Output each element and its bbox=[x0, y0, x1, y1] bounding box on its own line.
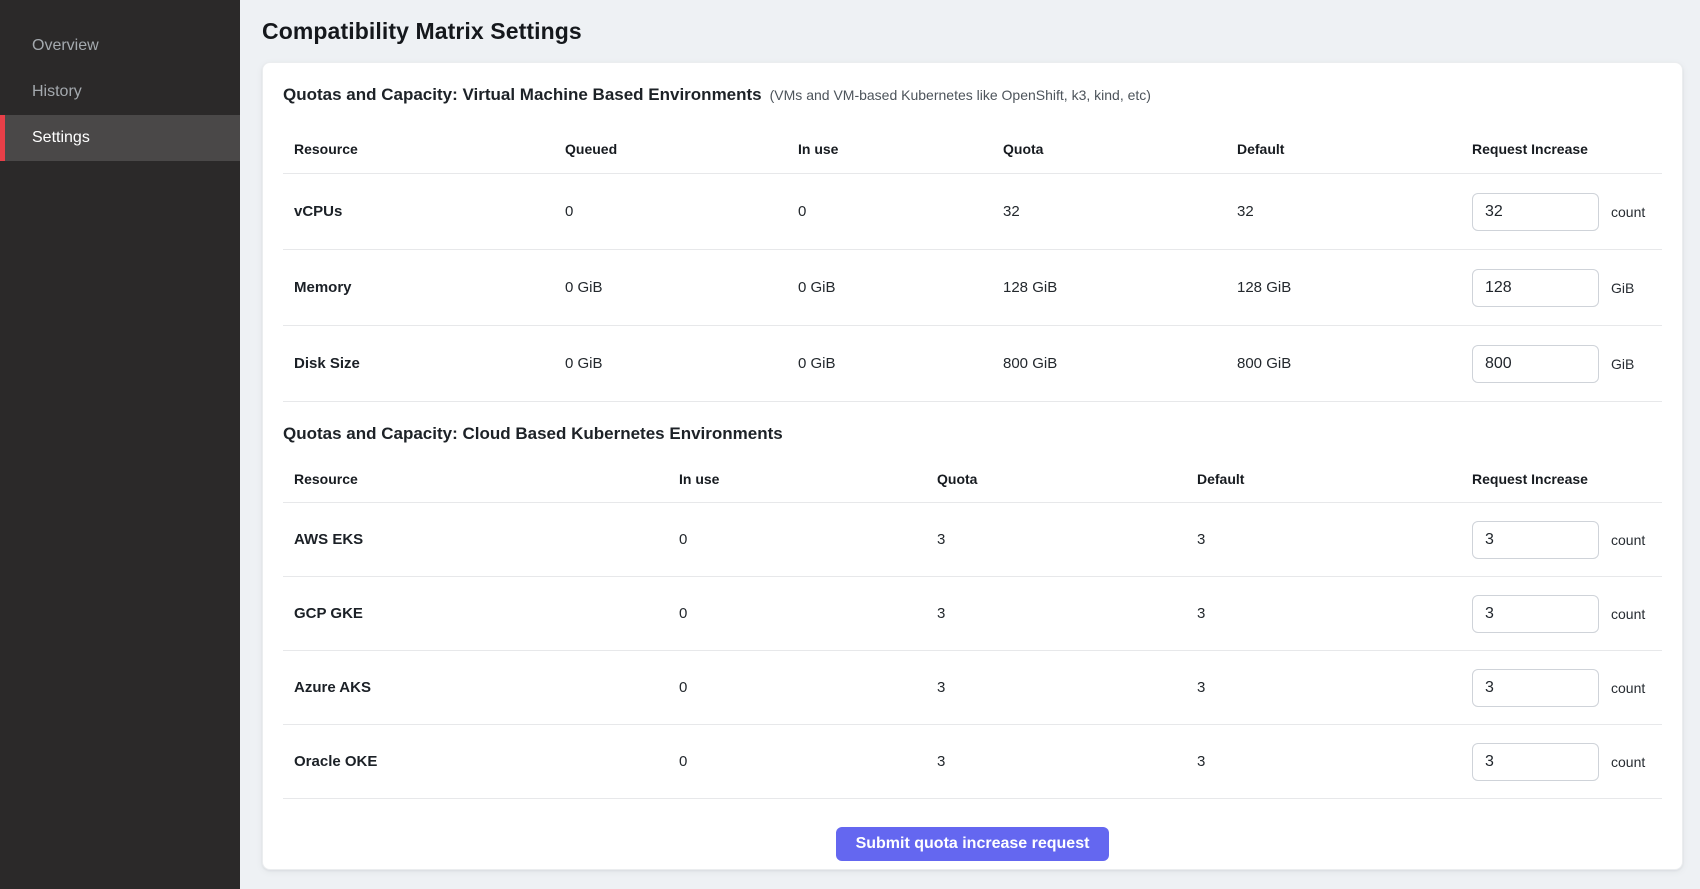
resource-name: Oracle OKE bbox=[283, 753, 668, 770]
column-header-in-use: In use bbox=[668, 471, 926, 487]
section-header-cloud: Quotas and Capacity: Cloud Based Kuberne… bbox=[283, 402, 1662, 456]
gcp-gke-request-input[interactable] bbox=[1472, 595, 1599, 633]
request-increase-cell: count bbox=[1461, 743, 1662, 781]
vm-table-header: Resource Queued In use Quota Default Req… bbox=[283, 125, 1662, 174]
cell-queued: 0 GiB bbox=[554, 279, 787, 296]
cell-in-use: 0 bbox=[668, 605, 926, 622]
sidebar-item-settings[interactable]: Settings bbox=[0, 115, 240, 161]
submit-quota-increase-button[interactable]: Submit quota increase request bbox=[836, 827, 1110, 861]
cell-in-use: 0 bbox=[787, 203, 992, 220]
request-increase-cell: count bbox=[1461, 521, 1662, 559]
column-header-default: Default bbox=[1226, 141, 1461, 157]
unit-label: count bbox=[1611, 532, 1645, 548]
azure-aks-request-input[interactable] bbox=[1472, 669, 1599, 707]
unit-label: GiB bbox=[1611, 280, 1634, 296]
cell-default: 3 bbox=[1186, 531, 1461, 548]
request-increase-cell: count bbox=[1461, 193, 1662, 231]
sidebar-item-overview[interactable]: Overview bbox=[0, 23, 240, 69]
section-subtitle-vm: (VMs and VM-based Kubernetes like OpenSh… bbox=[770, 87, 1151, 103]
cell-queued: 0 GiB bbox=[554, 355, 787, 372]
section-title-cloud: Quotas and Capacity: Cloud Based Kuberne… bbox=[283, 424, 783, 443]
vcpus-request-input[interactable] bbox=[1472, 193, 1599, 231]
cell-in-use: 0 bbox=[668, 753, 926, 770]
disk-size-request-input[interactable] bbox=[1472, 345, 1599, 383]
column-header-resource: Resource bbox=[283, 471, 668, 487]
unit-label: count bbox=[1611, 754, 1645, 770]
unit-label: count bbox=[1611, 204, 1645, 220]
cell-default: 32 bbox=[1226, 203, 1461, 220]
cell-in-use: 0 GiB bbox=[787, 279, 992, 296]
cell-default: 3 bbox=[1186, 679, 1461, 696]
cell-in-use: 0 bbox=[668, 531, 926, 548]
table-row-azure-aks: Azure AKS 0 3 3 count bbox=[283, 651, 1662, 725]
table-row-aws-eks: AWS EKS 0 3 3 count bbox=[283, 503, 1662, 577]
request-increase-cell: GiB bbox=[1461, 345, 1662, 383]
resource-name: Azure AKS bbox=[283, 679, 668, 696]
cell-quota: 800 GiB bbox=[992, 355, 1226, 372]
button-area: Submit quota increase request bbox=[283, 799, 1662, 880]
table-row-vcpus: vCPUs 0 0 32 32 count bbox=[283, 174, 1662, 250]
oracle-oke-request-input[interactable] bbox=[1472, 743, 1599, 781]
column-header-request-increase: Request Increase bbox=[1461, 471, 1662, 487]
unit-label: GiB bbox=[1611, 356, 1634, 372]
resource-name: Memory bbox=[283, 279, 554, 296]
cell-quota: 32 bbox=[992, 203, 1226, 220]
cell-default: 800 GiB bbox=[1226, 355, 1461, 372]
cell-quota: 3 bbox=[926, 531, 1186, 548]
section-title-vm: Quotas and Capacity: Virtual Machine Bas… bbox=[283, 85, 762, 104]
cloud-table-header: Resource In use Quota Default Request In… bbox=[283, 456, 1662, 503]
column-header-request-increase: Request Increase bbox=[1461, 141, 1662, 157]
cell-default: 3 bbox=[1186, 753, 1461, 770]
quotas-card: Quotas and Capacity: Virtual Machine Bas… bbox=[262, 62, 1683, 870]
resource-name: Disk Size bbox=[283, 355, 554, 372]
resource-name: GCP GKE bbox=[283, 605, 668, 622]
column-header-queued: Queued bbox=[554, 141, 787, 157]
cell-quota: 3 bbox=[926, 605, 1186, 622]
column-header-resource: Resource bbox=[283, 141, 554, 157]
cell-quota: 128 GiB bbox=[992, 279, 1226, 296]
request-increase-cell: GiB bbox=[1461, 269, 1662, 307]
table-row-disk-size: Disk Size 0 GiB 0 GiB 800 GiB 800 GiB Gi… bbox=[283, 326, 1662, 402]
column-header-in-use: In use bbox=[787, 141, 992, 157]
column-header-quota: Quota bbox=[926, 471, 1186, 487]
page-title: Compatibility Matrix Settings bbox=[262, 18, 582, 45]
cell-queued: 0 bbox=[554, 203, 787, 220]
sidebar: Overview History Settings bbox=[0, 0, 240, 889]
aws-eks-request-input[interactable] bbox=[1472, 521, 1599, 559]
cell-quota: 3 bbox=[926, 679, 1186, 696]
resource-name: vCPUs bbox=[283, 203, 554, 220]
cell-in-use: 0 GiB bbox=[787, 355, 992, 372]
cell-default: 3 bbox=[1186, 605, 1461, 622]
cell-in-use: 0 bbox=[668, 679, 926, 696]
memory-request-input[interactable] bbox=[1472, 269, 1599, 307]
request-increase-cell: count bbox=[1461, 595, 1662, 633]
cell-quota: 3 bbox=[926, 753, 1186, 770]
table-row-memory: Memory 0 GiB 0 GiB 128 GiB 128 GiB GiB bbox=[283, 250, 1662, 326]
column-header-default: Default bbox=[1186, 471, 1461, 487]
table-row-oracle-oke: Oracle OKE 0 3 3 count bbox=[283, 725, 1662, 799]
sidebar-item-history[interactable]: History bbox=[0, 69, 240, 115]
resource-name: AWS EKS bbox=[283, 531, 668, 548]
unit-label: count bbox=[1611, 606, 1645, 622]
section-header-vm: Quotas and Capacity: Virtual Machine Bas… bbox=[283, 63, 1662, 125]
request-increase-cell: count bbox=[1461, 669, 1662, 707]
main-content: Compatibility Matrix Settings Quotas and… bbox=[240, 0, 1700, 889]
unit-label: count bbox=[1611, 680, 1645, 696]
cell-default: 128 GiB bbox=[1226, 279, 1461, 296]
column-header-quota: Quota bbox=[992, 141, 1226, 157]
table-row-gcp-gke: GCP GKE 0 3 3 count bbox=[283, 577, 1662, 651]
